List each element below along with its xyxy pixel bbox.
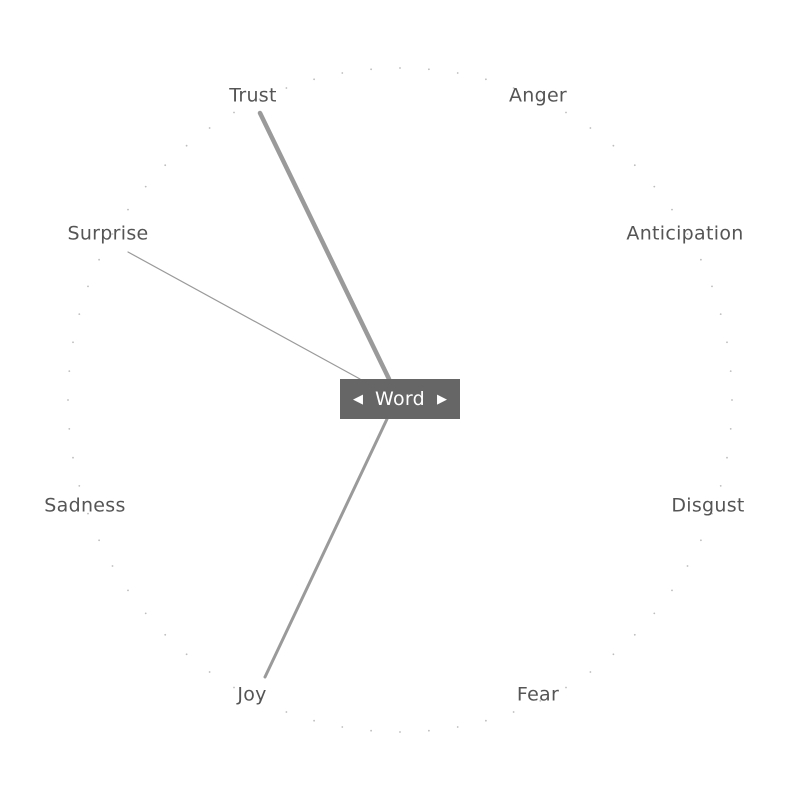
ring-dot bbox=[731, 399, 733, 401]
ring-dot bbox=[671, 208, 673, 211]
ring-dot bbox=[485, 78, 487, 81]
ring-dot bbox=[127, 208, 129, 211]
current-word: Word bbox=[374, 388, 426, 410]
ring-dot bbox=[233, 111, 235, 114]
ring-dot bbox=[399, 67, 401, 69]
word-selector: ◀ Word ▶ bbox=[340, 379, 460, 419]
ring-dot bbox=[208, 671, 211, 673]
ring-dot bbox=[67, 399, 69, 401]
ring-dot bbox=[565, 111, 567, 114]
ring-dot bbox=[633, 164, 636, 167]
ring-dot bbox=[565, 686, 567, 689]
ring-dot bbox=[144, 185, 147, 188]
ring-dot bbox=[485, 719, 487, 722]
ring-dot bbox=[726, 341, 728, 344]
ring-dot bbox=[700, 258, 702, 261]
ring-dot bbox=[612, 653, 615, 656]
ring-dot bbox=[653, 185, 656, 188]
ring-dot bbox=[428, 68, 430, 71]
ring-dot bbox=[87, 285, 89, 288]
ring-dot bbox=[341, 72, 344, 74]
ring-dot bbox=[370, 729, 372, 732]
ring-dot bbox=[512, 711, 515, 713]
ring-dot bbox=[653, 612, 656, 615]
ring-dot bbox=[285, 87, 288, 89]
ring-dot bbox=[72, 341, 74, 344]
ring-dot bbox=[456, 726, 459, 728]
emotion-label-surprise: Surprise bbox=[67, 223, 148, 245]
next-word-arrow-icon[interactable]: ▶ bbox=[437, 392, 447, 407]
ring-dot bbox=[719, 485, 722, 487]
ring-dot bbox=[671, 589, 673, 592]
ring-dot bbox=[68, 370, 71, 372]
ring-dot bbox=[233, 686, 235, 689]
ring-dot bbox=[164, 633, 167, 636]
ring-dot bbox=[313, 719, 315, 722]
ring-dot bbox=[341, 726, 344, 728]
ring-dot bbox=[428, 729, 430, 732]
ring-dot bbox=[98, 258, 100, 261]
ring-dot bbox=[726, 456, 728, 459]
emotion-label-anger: Anger bbox=[509, 85, 567, 107]
ring-dot bbox=[711, 285, 713, 288]
ring-dot bbox=[185, 653, 188, 656]
ring-dot bbox=[111, 565, 114, 567]
ring-dot bbox=[370, 68, 372, 71]
ring-dot bbox=[72, 456, 74, 459]
ring-dot bbox=[98, 539, 100, 542]
emotion-label-joy: Joy bbox=[236, 684, 266, 706]
ring-dot bbox=[399, 731, 401, 733]
ring-dot bbox=[456, 72, 459, 74]
emotion-label-sadness: Sadness bbox=[44, 495, 125, 517]
emotion-label-disgust: Disgust bbox=[671, 495, 744, 517]
emotion-label-fear: Fear bbox=[517, 684, 559, 706]
ring-dot bbox=[78, 485, 81, 487]
ring-dot bbox=[700, 539, 702, 542]
ring-dot bbox=[729, 428, 732, 430]
ring-dot bbox=[285, 711, 288, 713]
ring-dot bbox=[185, 144, 188, 147]
ring-dot bbox=[78, 313, 81, 315]
ring-dot bbox=[719, 313, 722, 315]
ring-dot bbox=[68, 428, 71, 430]
ring-dot bbox=[729, 370, 732, 372]
emotion-label-trust: Trust bbox=[228, 85, 277, 107]
previous-word-arrow-icon[interactable]: ◀ bbox=[353, 392, 363, 407]
ring-dot bbox=[612, 144, 615, 147]
ring-dot bbox=[686, 565, 689, 567]
ring-dot bbox=[589, 671, 592, 673]
ring-dot bbox=[127, 589, 129, 592]
ring-dot bbox=[313, 78, 315, 81]
ring-dot bbox=[208, 127, 211, 129]
ring-dot bbox=[633, 633, 636, 636]
emotion-label-anticipation: Anticipation bbox=[626, 223, 743, 245]
ring-dot bbox=[589, 127, 592, 129]
spoke-surprise bbox=[127, 251, 361, 380]
ring-dot bbox=[164, 164, 167, 167]
spoke-joy bbox=[263, 417, 389, 679]
ring-dot bbox=[144, 612, 147, 615]
spoke-trust bbox=[257, 110, 392, 382]
